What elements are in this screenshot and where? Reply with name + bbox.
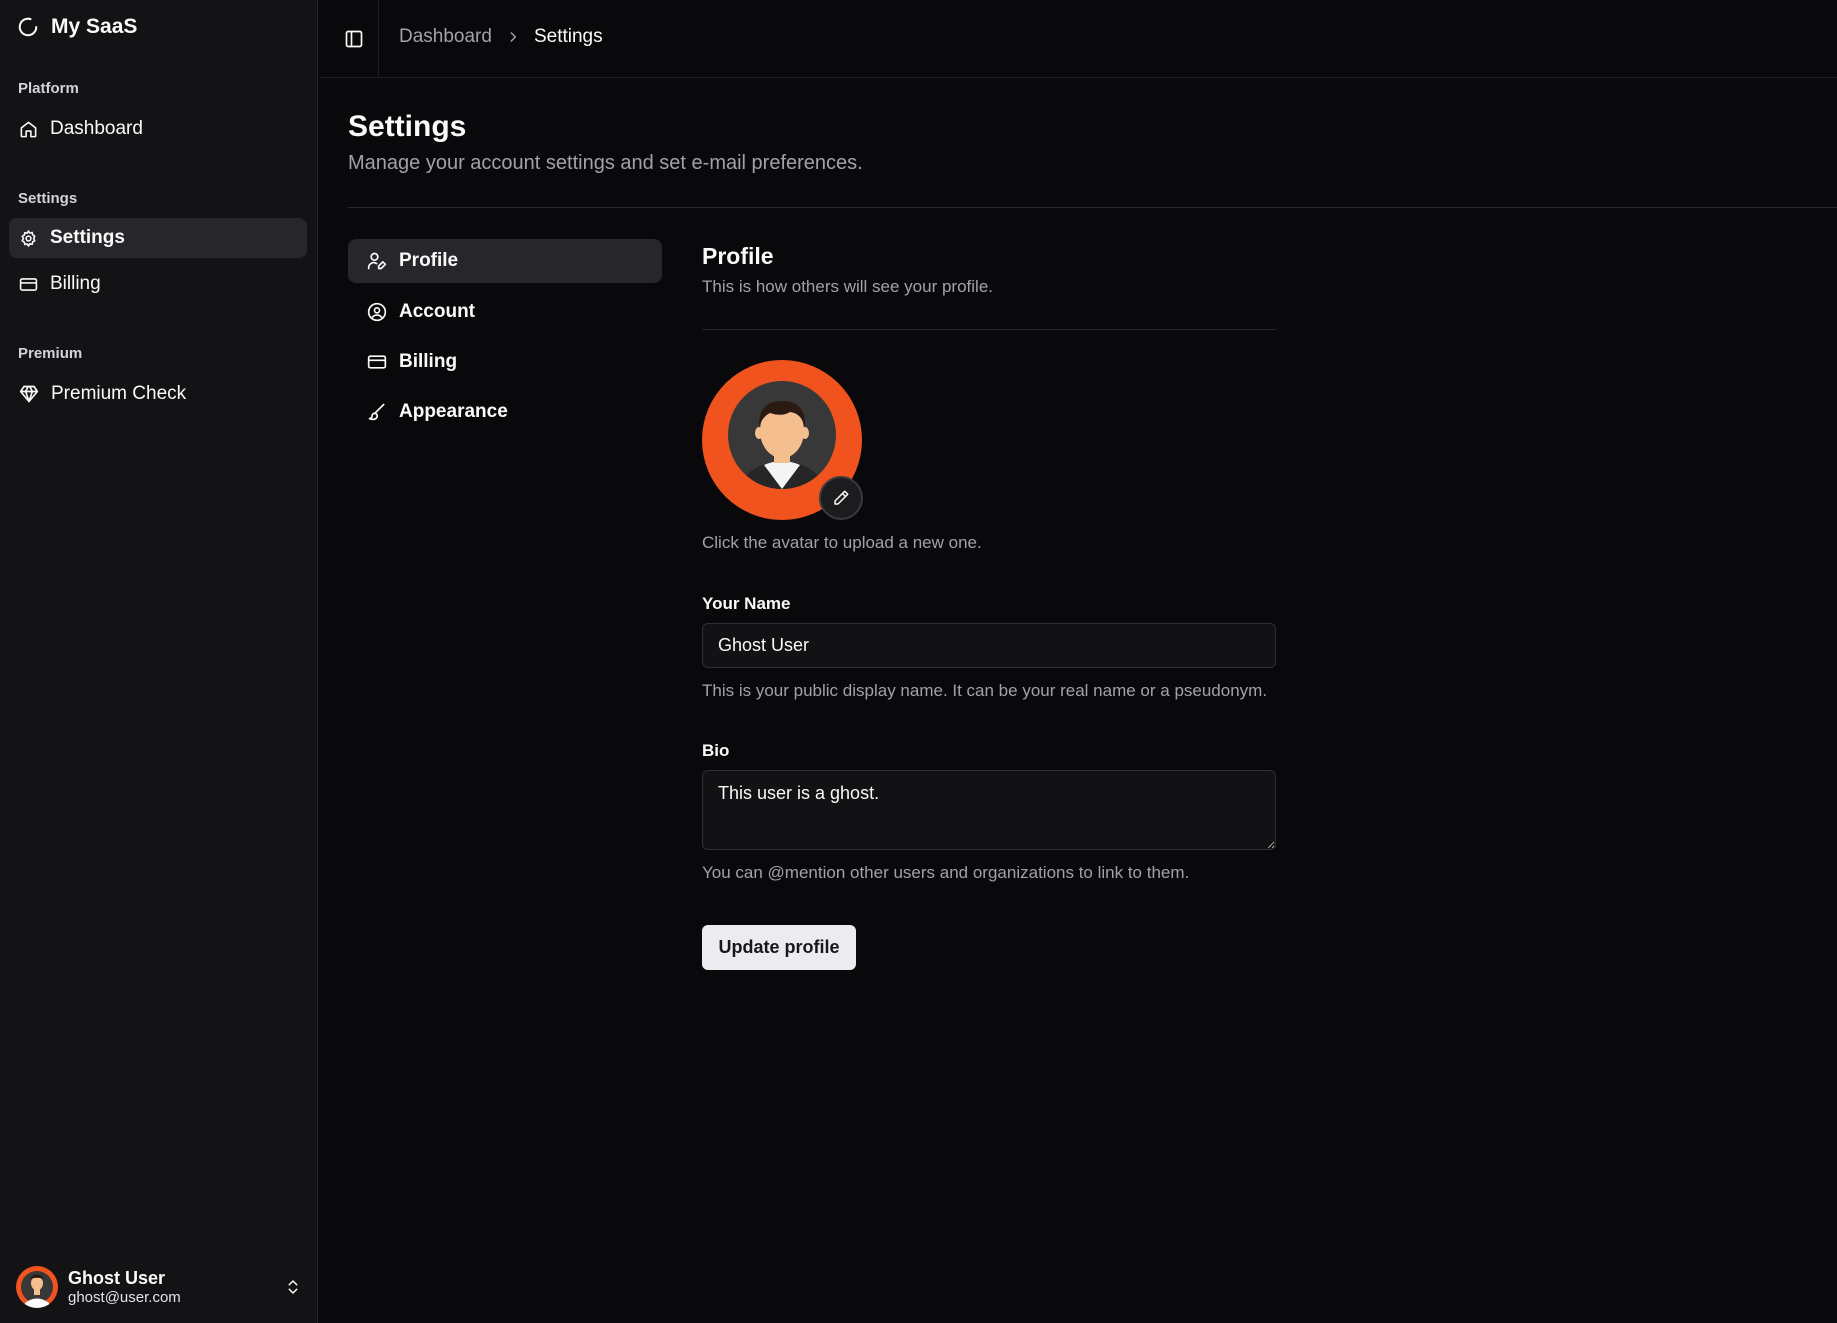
breadcrumb-link-dashboard[interactable]: Dashboard [399,26,492,48]
group-label-platform: Platform [18,80,79,97]
name-label: Your Name [702,594,791,613]
group-label-settings: Settings [18,190,78,207]
brand[interactable]: My SaaS [17,15,137,39]
tab-account[interactable]: Account [348,290,662,334]
user-circle-icon [367,302,387,322]
tab-label: Billing [399,351,458,372]
tab-label: Appearance [399,401,508,422]
pencil-icon [832,489,850,507]
credit-card-icon [367,352,387,372]
user-pen-icon [367,251,387,271]
sidebar-item-settings[interactable]: Settings [9,218,307,258]
name-help-text: This is your public display name. It can… [702,681,1268,700]
profile-avatar[interactable] [702,360,863,520]
tab-billing[interactable]: Billing [348,340,662,384]
bio-label: Bio [702,741,730,760]
user-name: Ghost User [68,1268,166,1289]
sidebar: My SaaS Platform Dashboard Settings Sett… [0,0,318,1323]
topbar-divider [378,0,379,78]
avatar-hint: Click the avatar to upload a new one. [702,533,982,552]
breadcrumb-current: Settings [533,26,603,47]
breadcrumb: Dashboard Settings [399,26,603,48]
credit-card-icon [19,275,38,294]
sidebar-item-label: Premium Check [51,383,187,404]
chevron-right-icon [506,30,520,44]
brand-name: My SaaS [51,15,138,38]
name-input[interactable] [702,623,1276,668]
section-description: This is how others will see your profile… [702,277,994,296]
chevrons-up-down-icon [284,1278,302,1296]
sidebar-item-dashboard[interactable]: Dashboard [9,109,307,149]
page-subtitle: Manage your account settings and set e-m… [348,152,863,174]
sidebar-item-label: Dashboard [50,118,143,139]
section-divider [702,329,1276,330]
panel-left-icon [344,29,364,49]
tab-label: Account [399,301,475,322]
bio-textarea[interactable]: This user is a ghost. [702,770,1276,850]
tab-label: Profile [399,250,459,271]
update-profile-button[interactable]: Update profile [702,925,856,970]
sidebar-item-label: Settings [50,227,125,248]
avatar [16,1266,58,1308]
avatar-image [728,381,836,489]
bio-help-text: You can @mention other users and organiz… [702,863,1190,882]
tab-appearance[interactable]: Appearance [348,390,662,434]
sidebar-item-billing[interactable]: Billing [9,264,307,304]
avatar-edit-button[interactable] [819,476,863,520]
tab-profile[interactable]: Profile [348,239,662,283]
brush-icon [367,402,387,422]
home-icon [19,120,38,139]
gear-icon [19,229,38,248]
group-label-premium: Premium [18,345,83,362]
loader-circle-icon [17,16,39,38]
gem-icon [19,384,39,404]
page-divider [348,207,1837,208]
user-email: ghost@user.com [68,1288,181,1306]
sidebar-toggle-button[interactable] [339,24,369,54]
section-title: Profile [702,243,774,269]
user-menu[interactable]: Ghost User ghost@user.com [16,1263,302,1311]
sidebar-item-premium-check[interactable]: Premium Check [9,374,307,414]
topbar: Dashboard Settings [319,0,1837,78]
page-title: Settings [348,110,467,143]
sidebar-item-label: Billing [50,273,101,294]
